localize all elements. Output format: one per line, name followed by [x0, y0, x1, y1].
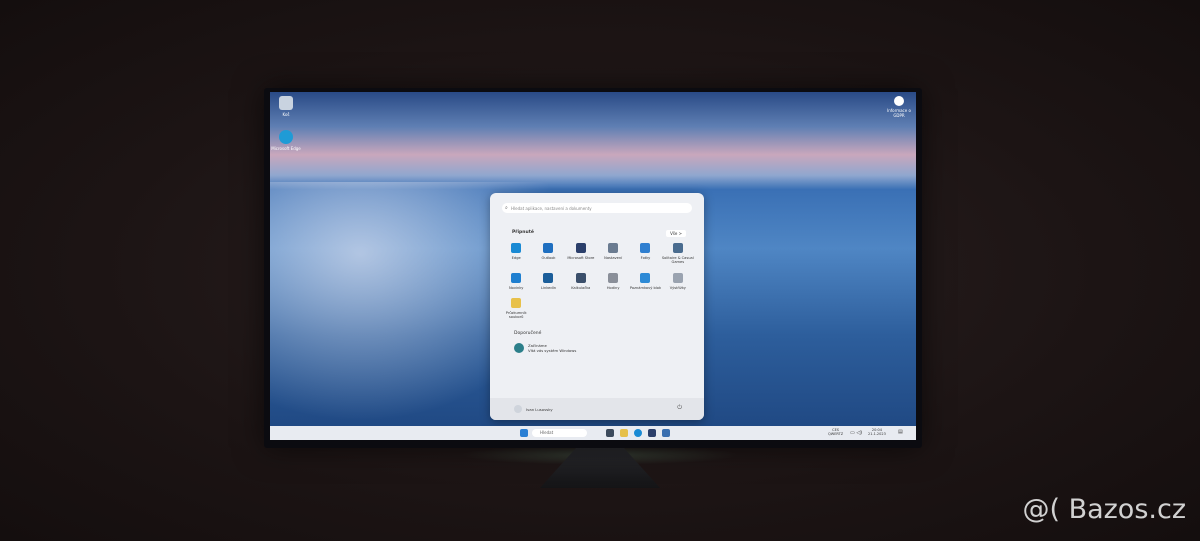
desktop-icon-label: Koš	[282, 112, 290, 117]
app-label: Novinky	[508, 285, 524, 290]
keyboard-layout: QWERTZ	[828, 432, 844, 437]
clock[interactable]: 20:04 21.1.2023	[868, 428, 886, 436]
teams-taskbar-icon[interactable]	[662, 429, 670, 437]
file-explorer-icon[interactable]	[620, 429, 628, 437]
app-label: Outlook	[541, 256, 556, 260]
app-icon	[543, 272, 554, 283]
language-indicator[interactable]: CES QWERTZ	[828, 428, 843, 436]
app-icon	[575, 272, 586, 283]
gdpr-icon	[894, 96, 904, 106]
app-label: Průzkumník souborů	[505, 310, 527, 320]
recommended-item[interactable]: Začínáme Vítá vás systém Windows	[514, 343, 576, 353]
taskbar: Hledat CES QWERTZ ▭ ◁) 20:04 21.1.2023 ▤	[270, 426, 916, 440]
app-label: Hodiny	[606, 285, 620, 290]
pinned-app[interactable]: Průzkumník souborů	[500, 297, 532, 320]
user-account-button[interactable]: Ivan Lusovsky	[514, 405, 553, 413]
pinned-app[interactable]: Výstřižky	[662, 272, 694, 290]
pinned-app[interactable]: Outlook	[532, 243, 564, 265]
pinned-apps-grid: Edge Outlook Microsoft Store Nastavení Fotky…	[500, 243, 694, 320]
network-volume-icon[interactable]: ▭ ◁)	[850, 430, 862, 436]
pinned-app[interactable]: Poznámkový blok	[629, 272, 662, 290]
pinned-app[interactable]: Novinky	[500, 272, 532, 290]
taskbar-search[interactable]: Hledat	[532, 429, 587, 437]
user-name: Ivan Lusovsky	[526, 406, 553, 412]
store-taskbar-icon[interactable]	[648, 429, 656, 437]
app-label: Poznámkový blok	[629, 285, 662, 290]
notification-icon[interactable]: ▤	[898, 429, 903, 435]
app-label: Kalkulačka	[571, 285, 591, 290]
app-icon	[672, 272, 683, 283]
screen: Koš Microsoft Edge Informace o GDPR ⌕ Hle…	[270, 92, 916, 440]
pinned-app[interactable]: Microsoft Store	[565, 243, 597, 265]
date: 21.1.2023	[868, 432, 886, 437]
pinned-heading: Připnuté	[512, 230, 534, 235]
recycle-bin-icon	[279, 96, 293, 110]
pinned-app[interactable]: Nastavení	[597, 243, 629, 265]
desktop-icon-label: Microsoft Edge	[271, 146, 301, 151]
task-view-icon[interactable]	[606, 429, 614, 437]
start-search-input[interactable]: ⌕ Hledat aplikace, nastavení a dokumenty	[502, 203, 692, 213]
app-label: Microsoft Store	[567, 256, 595, 260]
app-icon	[511, 272, 522, 283]
recommended-subtitle: Vítá vás systém Windows	[528, 348, 577, 353]
desktop-icon-recycle-bin[interactable]: Koš	[271, 96, 301, 117]
app-label: Solitaire & Casual Games	[661, 256, 694, 265]
app-icon	[511, 243, 522, 253]
app-label: Výstřižky	[669, 285, 686, 290]
all-apps-button[interactable]: Vše >	[666, 230, 686, 237]
app-icon	[511, 297, 522, 308]
watermark: @( Bazos.cz	[1022, 494, 1186, 525]
app-icon	[608, 272, 619, 283]
monitor: Koš Microsoft Edge Informace o GDPR ⌕ Hle…	[264, 88, 922, 448]
power-icon[interactable]: ⏻	[677, 404, 682, 412]
desktop-icon-gdpr[interactable]: Informace o GDPR	[882, 96, 916, 118]
recommended-heading: Doporučené	[514, 331, 542, 336]
edge-taskbar-icon[interactable]	[634, 429, 642, 437]
app-icon	[640, 243, 651, 253]
start-footer: Ivan Lusovsky ⏻	[490, 398, 704, 420]
app-label: LinkedIn	[540, 285, 557, 290]
pinned-app[interactable]: Kalkulačka	[565, 272, 597, 290]
app-icon	[575, 243, 586, 253]
search-icon: ⌕	[505, 205, 508, 211]
get-started-icon	[514, 343, 524, 353]
edge-icon	[279, 130, 293, 144]
start-button-windows-icon[interactable]	[520, 429, 528, 437]
search-placeholder: Hledat aplikace, nastavení a dokumenty	[511, 206, 592, 211]
pinned-app[interactable]: LinkedIn	[532, 272, 564, 290]
pinned-app[interactable]: Fotky	[629, 243, 661, 265]
app-icon	[640, 272, 651, 283]
avatar	[514, 405, 522, 413]
app-icon	[543, 243, 554, 253]
desktop-icon-edge[interactable]: Microsoft Edge	[271, 130, 301, 151]
app-label: Fotky	[640, 256, 651, 260]
pinned-app[interactable]: Solitaire & Casual Games	[662, 243, 694, 265]
start-menu: ⌕ Hledat aplikace, nastavení a dokumenty …	[490, 193, 704, 420]
desktop-icon-label: Informace o GDPR	[887, 108, 911, 118]
pinned-app[interactable]: Edge	[500, 243, 532, 265]
app-label: Edge	[511, 256, 521, 260]
app-icon	[672, 243, 683, 253]
app-icon	[608, 243, 619, 253]
pinned-app[interactable]: Hodiny	[597, 272, 629, 290]
app-label: Nastavení	[604, 256, 623, 260]
taskbar-search-label: Hledat	[540, 430, 554, 435]
